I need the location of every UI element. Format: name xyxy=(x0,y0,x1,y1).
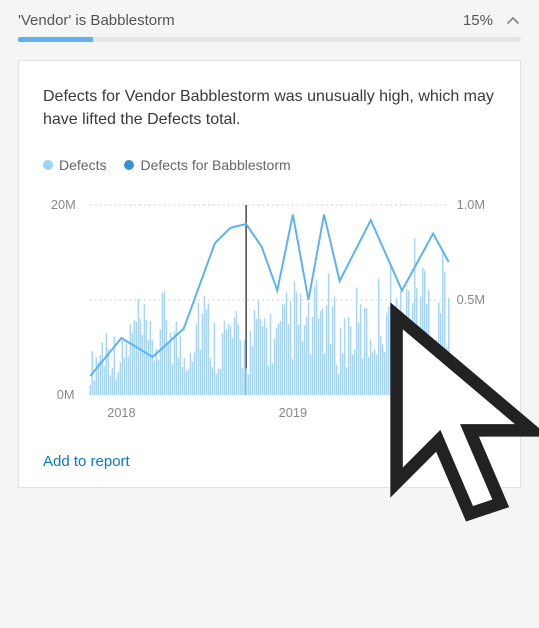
svg-text:0.0M: 0.0M xyxy=(457,387,485,402)
chart-area: 20M 0M 1.0M 0.5M 0.0M 2018 2019 xyxy=(43,185,496,435)
insight-card: Defects for Vendor Babblestorm was unusu… xyxy=(18,60,521,488)
svg-text:20M: 20M xyxy=(51,197,76,212)
legend-label: Defects xyxy=(59,157,106,173)
svg-text:1.0M: 1.0M xyxy=(457,197,485,212)
insight-title: 'Vendor' is Babblestorm xyxy=(18,12,175,29)
chevron-up-icon[interactable] xyxy=(505,13,521,29)
legend-dot-icon xyxy=(124,160,134,170)
svg-text:2018: 2018 xyxy=(107,405,135,420)
svg-text:0.5M: 0.5M xyxy=(457,292,485,307)
chart-legend: Defects Defects for Babblestorm xyxy=(43,157,496,173)
legend-label: Defects for Babblestorm xyxy=(140,157,290,173)
legend-defects: Defects xyxy=(43,157,106,173)
progress-bar xyxy=(18,37,521,42)
legend-dot-icon xyxy=(43,160,53,170)
add-to-report-link[interactable]: Add to report xyxy=(43,453,130,470)
insight-text: Defects for Vendor Babblestorm was unusu… xyxy=(43,85,496,131)
svg-text:2019: 2019 xyxy=(279,405,307,420)
svg-text:0M: 0M xyxy=(57,387,75,402)
legend-babblestorm: Defects for Babblestorm xyxy=(124,157,290,173)
progress-fill xyxy=(18,37,93,42)
percent-label: 15% xyxy=(463,12,493,29)
